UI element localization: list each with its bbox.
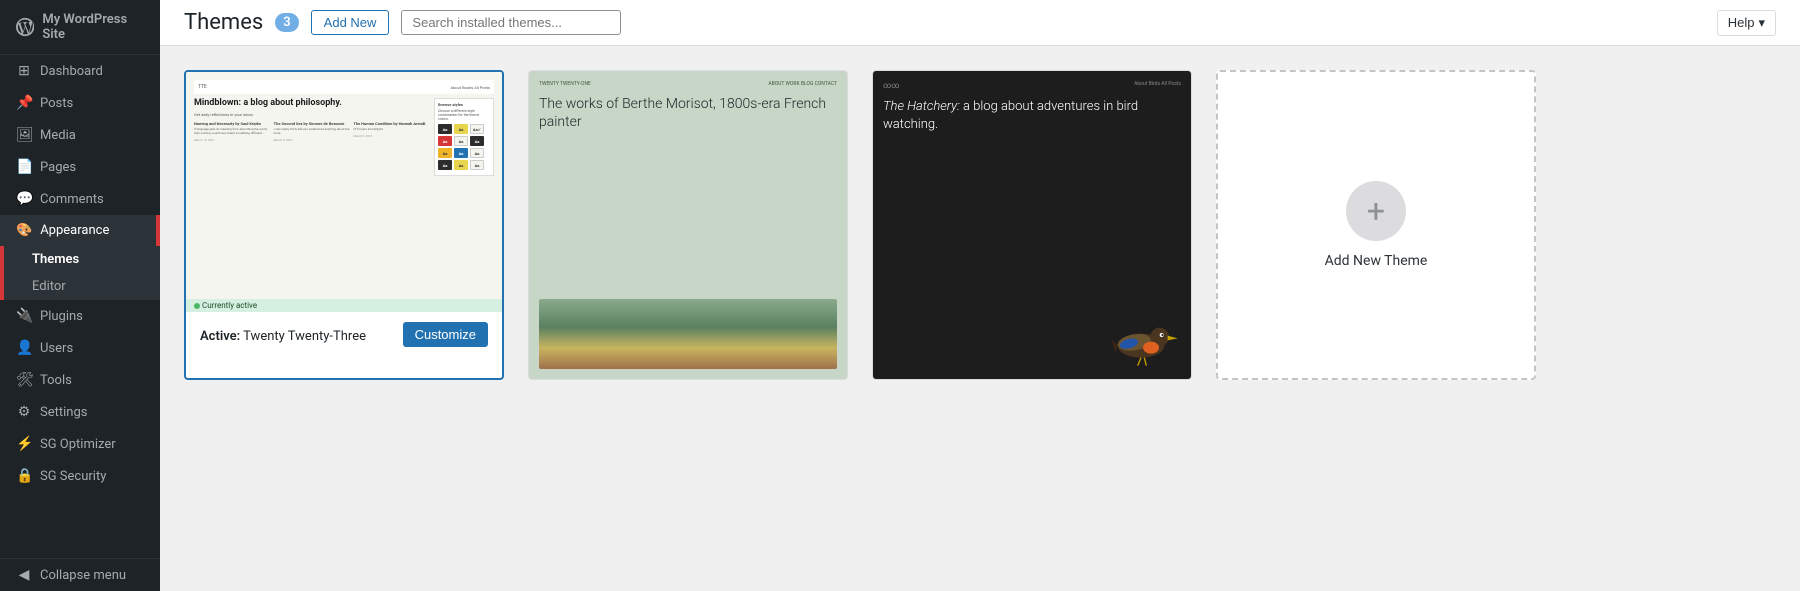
search-input[interactable] bbox=[401, 10, 621, 35]
sidebar-item-label: Dashboard bbox=[40, 64, 103, 79]
sidebar-item-dashboard[interactable]: ⊞ Dashboard bbox=[0, 55, 160, 87]
sidebar-bottom: ◀ Collapse menu bbox=[0, 558, 160, 591]
topbar: Themes 3 Add New Help ▾ bbox=[160, 0, 1800, 46]
sidebar-item-comments[interactable]: 💬 Comments bbox=[0, 183, 160, 215]
theme-card-tt1[interactable]: TWENTY TWENTY-ONE ABOUT WORK BLOG CONTAC… bbox=[528, 70, 848, 380]
themes-grid: TTE About Books All Posts Mindblown: a b… bbox=[160, 46, 1800, 404]
sidebar-item-label: SG Optimizer bbox=[40, 437, 116, 452]
sidebar-item-sg-optimizer[interactable]: ⚡ SG Optimizer bbox=[0, 428, 160, 460]
sidebar-item-editor[interactable]: Editor bbox=[4, 273, 160, 300]
posts-icon: 📌 bbox=[16, 95, 32, 111]
sidebar-item-appearance[interactable]: 🎨 Appearance bbox=[0, 215, 160, 246]
tt2-logo: ∞∞ bbox=[883, 81, 899, 90]
appearance-section: 🎨 Appearance Themes Editor bbox=[0, 215, 160, 300]
sidebar-item-label: Tools bbox=[40, 373, 72, 388]
wp-logo[interactable]: My WordPress Site bbox=[0, 0, 160, 55]
tt2-nav-links: About Birds All Posts bbox=[1134, 81, 1181, 90]
sidebar-item-tools[interactable]: 🛠 Tools bbox=[0, 364, 160, 396]
sidebar-item-settings[interactable]: ⚙ Settings bbox=[0, 396, 160, 428]
sg-security-icon: 🔒 bbox=[16, 468, 32, 484]
page-title: Themes bbox=[184, 10, 263, 35]
theme-info-tt1: Twenty Twenty-One bbox=[529, 379, 847, 380]
add-new-button[interactable]: Add New bbox=[311, 10, 390, 35]
sidebar-item-sg-security[interactable]: 🔒 SG Security bbox=[0, 460, 160, 492]
sidebar-item-label: Appearance bbox=[40, 223, 109, 238]
dashboard-icon: ⊞ bbox=[16, 63, 32, 79]
tt2-bird-image bbox=[1101, 309, 1181, 369]
sidebar-item-pages[interactable]: 📄 Pages bbox=[0, 151, 160, 183]
active-theme-name: Twenty Twenty-Three bbox=[243, 329, 366, 344]
pages-icon: 📄 bbox=[16, 159, 32, 175]
sidebar-item-label: Plugins bbox=[40, 309, 83, 324]
theme-count-badge: 3 bbox=[275, 13, 298, 32]
tt1-image bbox=[539, 299, 837, 369]
tools-icon: 🛠 bbox=[16, 372, 32, 388]
add-new-theme-card[interactable]: + Add New Theme bbox=[1216, 70, 1536, 380]
collapse-label: Collapse menu bbox=[40, 568, 126, 583]
tt1-site-title: TWENTY TWENTY-ONE bbox=[539, 81, 591, 87]
sidebar-item-label: Comments bbox=[40, 192, 104, 207]
tt1-nav-links: ABOUT WORK BLOG CONTACT bbox=[768, 81, 837, 87]
customize-button[interactable]: Customize bbox=[403, 322, 488, 347]
plugins-icon: 🔌 bbox=[16, 308, 32, 324]
comments-icon: 💬 bbox=[16, 191, 32, 207]
theme-thumbnail-tt3: TTE About Books All Posts Mindblown: a b… bbox=[186, 72, 502, 312]
help-button[interactable]: Help ▾ bbox=[1717, 10, 1776, 36]
tt1-hero-text: The works of Berthe Morisot, 1800s-era F… bbox=[539, 95, 837, 131]
tt2-nav: ∞∞ About Birds All Posts bbox=[883, 81, 1181, 90]
sidebar-item-label: Pages bbox=[40, 160, 76, 175]
users-icon: 👤 bbox=[16, 340, 32, 356]
active-label: Active: Twenty Twenty-Three bbox=[200, 329, 366, 344]
help-label: Help bbox=[1728, 15, 1755, 30]
theme-thumbnail-tt1: TWENTY TWENTY-ONE ABOUT WORK BLOG CONTAC… bbox=[529, 71, 847, 379]
media-icon: 🖼 bbox=[16, 127, 32, 143]
sidebar: My WordPress Site ⊞ Dashboard 📌 Posts 🖼 … bbox=[0, 0, 160, 591]
add-new-theme-label: Add New Theme bbox=[1325, 253, 1428, 269]
appearance-icon: 🎨 bbox=[16, 223, 32, 238]
chevron-down-icon: ▾ bbox=[1758, 15, 1765, 31]
sidebar-item-label: Posts bbox=[40, 96, 73, 111]
sidebar-item-label: Settings bbox=[40, 405, 87, 420]
sidebar-item-media[interactable]: 🖼 Media bbox=[0, 119, 160, 151]
tt1-nav: TWENTY TWENTY-ONE ABOUT WORK BLOG CONTAC… bbox=[539, 81, 837, 87]
sidebar-item-users[interactable]: 👤 Users bbox=[0, 332, 160, 364]
sidebar-item-plugins[interactable]: 🔌 Plugins bbox=[0, 300, 160, 332]
settings-icon: ⚙ bbox=[16, 404, 32, 420]
collapse-menu-button[interactable]: ◀ Collapse menu bbox=[0, 559, 160, 591]
tt2-hero-text: The Hatchery: a blog about adventures in… bbox=[883, 98, 1181, 134]
sidebar-item-posts[interactable]: 📌 Posts bbox=[0, 87, 160, 119]
collapse-icon: ◀ bbox=[16, 567, 32, 583]
plus-icon: + bbox=[1346, 181, 1406, 241]
appearance-submenu: Themes Editor bbox=[0, 246, 160, 300]
topbar-left: Themes 3 Add New bbox=[184, 10, 621, 35]
active-text: Active: bbox=[200, 329, 240, 344]
theme-thumbnail-tt2: ∞∞ About Birds All Posts The Hatchery: a… bbox=[873, 71, 1191, 379]
theme-card-tt3[interactable]: TTE About Books All Posts Mindblown: a b… bbox=[184, 70, 504, 380]
theme-info-tt2: Twenty Twenty-Two bbox=[873, 379, 1191, 380]
theme-active-info: Active: Twenty Twenty-Three bbox=[200, 325, 366, 344]
sg-optimizer-icon: ⚡ bbox=[16, 436, 32, 452]
sidebar-item-label: SG Security bbox=[40, 469, 106, 484]
sidebar-item-label: Users bbox=[40, 341, 73, 356]
theme-card-tt2[interactable]: ∞∞ About Birds All Posts The Hatchery: a… bbox=[872, 70, 1192, 380]
sidebar-item-label: Media bbox=[40, 128, 76, 143]
sidebar-item-themes[interactable]: Themes bbox=[4, 246, 160, 273]
main-content: Themes 3 Add New Help ▾ TTE About Books … bbox=[160, 0, 1800, 591]
site-name: My WordPress Site bbox=[42, 12, 144, 42]
theme-info-tt3: Active: Twenty Twenty-Three Customize bbox=[186, 312, 502, 357]
